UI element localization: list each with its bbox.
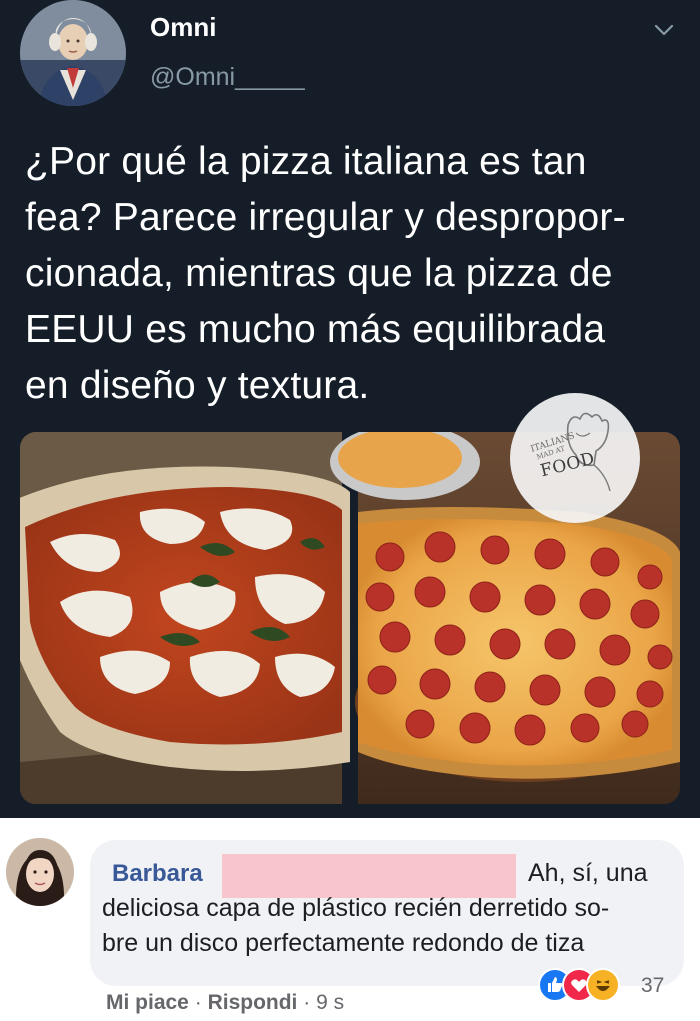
chevron-down-icon[interactable] xyxy=(652,18,676,42)
comment-actions: Mi piace · Rispondi · 9 s xyxy=(106,991,344,1015)
separator: · xyxy=(303,991,311,1014)
comment-text-line: Ah, sí, una xyxy=(528,859,648,887)
user-handle[interactable]: @Omni_____ xyxy=(150,63,305,92)
profile-avatar[interactable] xyxy=(20,0,126,106)
tweet-card: Omni @Omni_____ ¿Por qué la pizza italia… xyxy=(0,0,700,818)
commenter-avatar[interactable] xyxy=(6,838,74,906)
display-name[interactable]: Omni xyxy=(150,12,216,43)
timestamp[interactable]: 9 s xyxy=(316,991,344,1014)
comment-text-line: bre un disco perfectamente redondo de ti… xyxy=(102,929,585,957)
margherita-pizza-image xyxy=(20,432,350,804)
comment-text: Ah, sí, una deliciosa capa de plástico r… xyxy=(102,856,682,961)
like-link[interactable]: Mi piace xyxy=(106,991,189,1014)
reply-link[interactable]: Rispondi xyxy=(208,991,298,1014)
tweet-text: ¿Por qué la pizza italiana es tan fea? P… xyxy=(25,134,685,414)
reaction-count: 37 xyxy=(641,974,665,997)
separator: · xyxy=(194,991,202,1014)
comment-text-line: deliciosa capa de plástico recién derret… xyxy=(102,894,610,922)
comment-section: Barbara Ah, sí, una deliciosa capa de pl… xyxy=(0,818,700,1021)
watermark-logo: ITALIANS MAD AT FOOD xyxy=(510,393,640,523)
tweet-text-line: EEUU es mucho más equilibrada xyxy=(25,308,606,351)
tweet-text-line: fea? Parece irregular y despropor- xyxy=(25,196,626,239)
tweet-text-line: cionada, mientras que la pizza de xyxy=(25,252,613,295)
haha-icon xyxy=(586,968,620,1002)
tweet-text-line: ¿Por qué la pizza italiana es tan xyxy=(25,140,587,183)
